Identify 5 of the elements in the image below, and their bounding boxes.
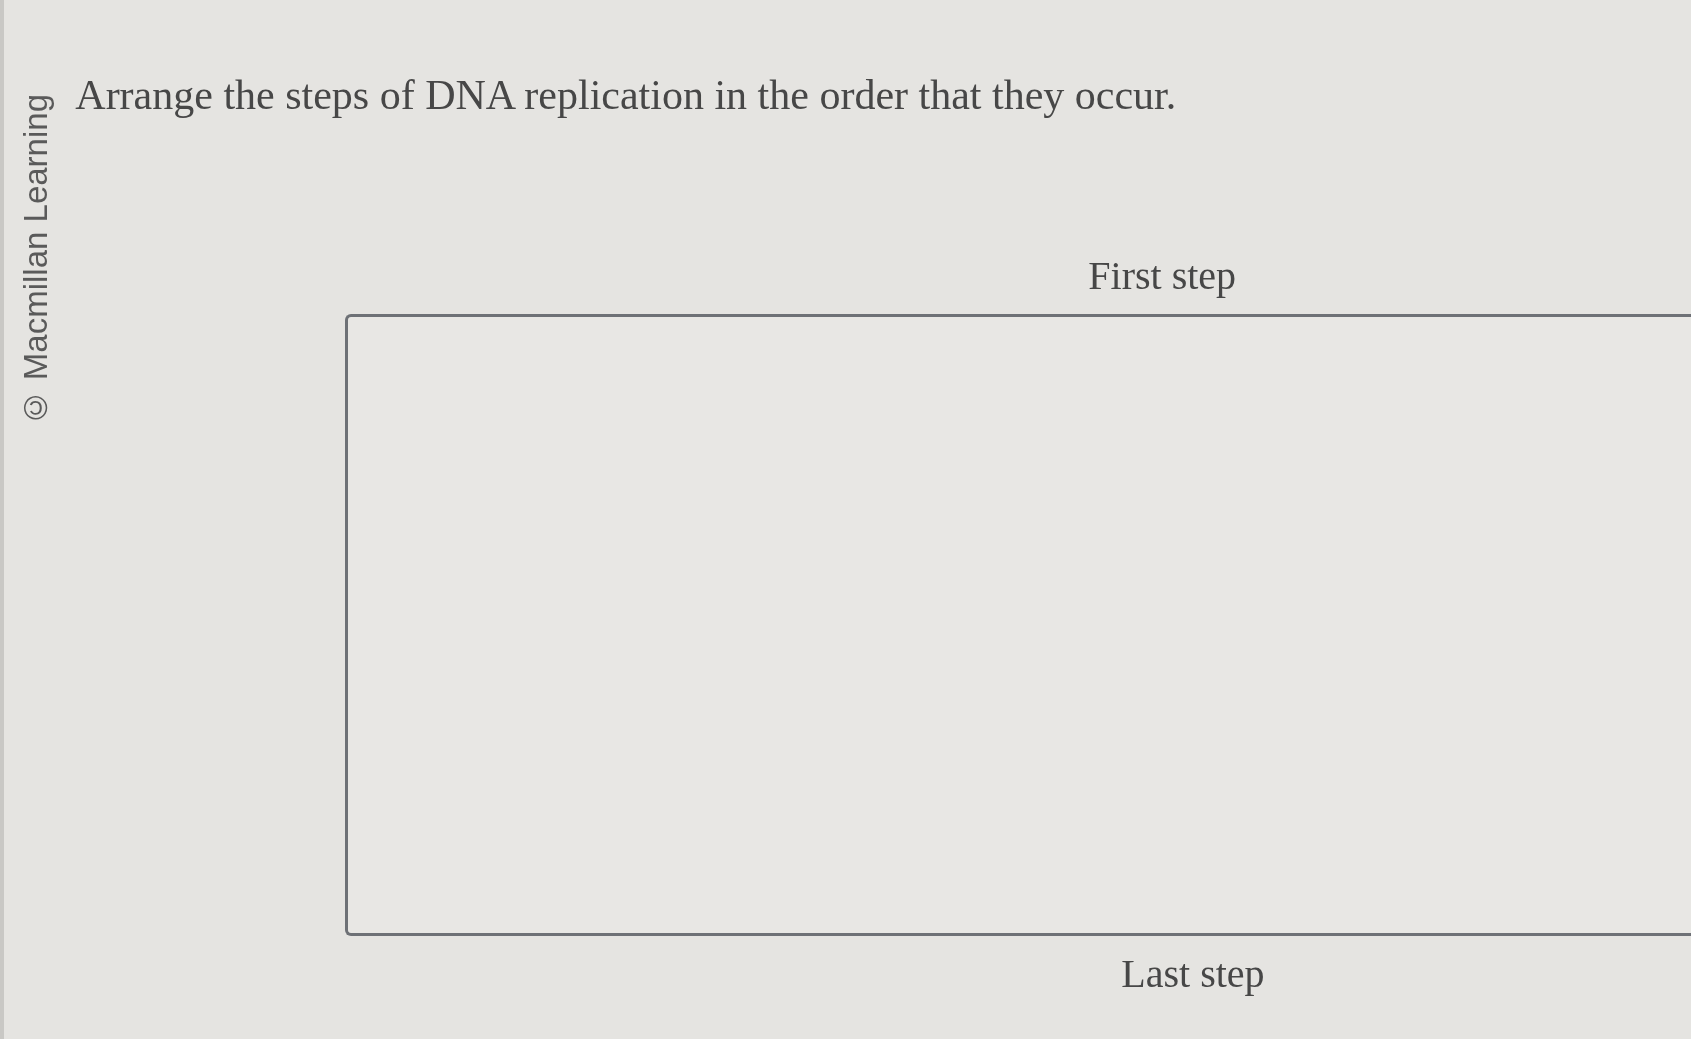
copyright-notice: © Macmillan Learning [18,94,55,427]
first-step-label: First step [1088,252,1237,301]
last-step-label: Last step [1121,950,1265,999]
question-text: Arrange the steps of DNA replication in the order that they occur. [75,71,1177,120]
answer-box[interactable] [345,314,1691,937]
